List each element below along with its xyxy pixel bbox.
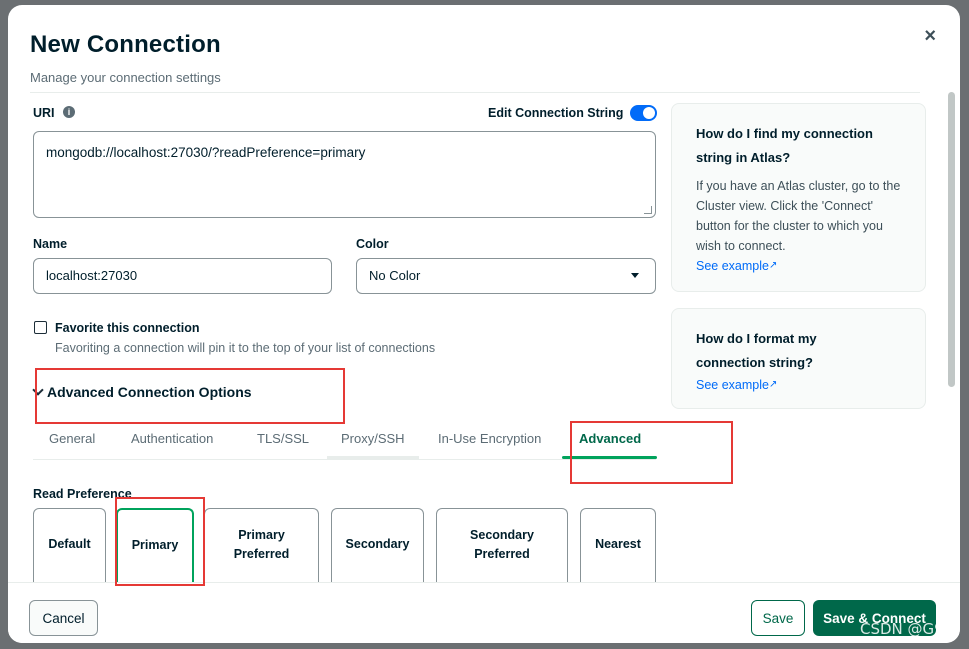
read-preference-primary-label: Primary bbox=[131, 537, 179, 552]
read-preference-primary-preferred-label: Primary Preferred bbox=[234, 526, 290, 564]
external-link-icon: ↗ bbox=[768, 379, 778, 390]
help-card-format: How do I format my connection string? See… bbox=[671, 308, 926, 409]
dialog-footer: Cancel Save Save & Connect bbox=[8, 582, 960, 643]
help-card-title: How do I find my connection string in Atl… bbox=[696, 122, 901, 170]
close-icon[interactable]: × bbox=[924, 25, 936, 48]
tab-tls-ssl[interactable]: TLS/SSL bbox=[257, 431, 309, 446]
advanced-options-label: Advanced Connection Options bbox=[47, 384, 252, 400]
help-card-title-line-2: string in Atlas? bbox=[696, 150, 791, 165]
uri-label: URI bbox=[33, 106, 55, 120]
see-example-link[interactable]: See example↗ bbox=[696, 375, 901, 395]
edit-connection-string-label: Edit Connection String bbox=[488, 106, 624, 120]
resize-handle-icon[interactable] bbox=[644, 206, 652, 214]
read-preference-secondary[interactable]: Secondary bbox=[331, 508, 424, 586]
read-preference-primary[interactable]: Primary bbox=[116, 508, 194, 586]
color-select-value: No Color bbox=[369, 268, 421, 283]
help-card-title-line-1: How do I find my connection bbox=[696, 126, 873, 141]
advanced-options-toggle[interactable]: Advanced Connection Options bbox=[32, 384, 252, 400]
new-connection-dialog: New Connection Manage your connection se… bbox=[8, 5, 960, 643]
info-icon[interactable]: i bbox=[63, 106, 75, 118]
help-card-title: How do I format my connection string? bbox=[696, 327, 901, 375]
color-label: Color bbox=[356, 237, 389, 251]
edit-connection-string-toggle[interactable] bbox=[630, 105, 657, 121]
read-preference-secondary-preferred-label: Secondary Preferred bbox=[470, 526, 534, 564]
save-button[interactable]: Save bbox=[751, 600, 805, 636]
read-preference-nearest[interactable]: Nearest bbox=[580, 508, 656, 586]
name-label: Name bbox=[33, 237, 68, 251]
read-preference-label: Read Preference bbox=[33, 487, 132, 501]
uri-textarea[interactable]: mongodb://localhost:27030/?readPreferenc… bbox=[33, 131, 656, 218]
tab-proxy-ssh[interactable]: Proxy/SSH bbox=[327, 431, 419, 459]
read-preference-primary-preferred[interactable]: Primary Preferred bbox=[204, 508, 319, 586]
color-select[interactable]: No Color bbox=[356, 258, 656, 294]
uri-value: mongodb://localhost:27030/?readPreferenc… bbox=[46, 145, 366, 160]
tab-advanced[interactable]: Advanced bbox=[561, 431, 658, 459]
option-line-1: Primary bbox=[238, 527, 285, 542]
read-preference-secondary-label: Secondary bbox=[345, 537, 410, 551]
cancel-button[interactable]: Cancel bbox=[29, 600, 98, 636]
favorite-description: Favoriting a connection will pin it to t… bbox=[55, 341, 436, 355]
see-example-link-label: See example bbox=[696, 259, 769, 273]
tab-in-use-encryption[interactable]: In-Use Encryption bbox=[438, 431, 541, 446]
help-card-title-line-2: connection string? bbox=[696, 355, 813, 370]
see-example-link[interactable]: See example↗ bbox=[696, 256, 901, 276]
watermark: CSDN @G9T bbox=[860, 620, 953, 638]
read-preference-nearest-label: Nearest bbox=[595, 537, 641, 551]
name-input[interactable]: localhost:27030 bbox=[33, 258, 332, 294]
external-link-icon: ↗ bbox=[768, 260, 778, 271]
help-card-body: If you have an Atlas cluster, go to the … bbox=[696, 179, 901, 253]
dialog-subtitle: Manage your connection settings bbox=[30, 70, 221, 85]
option-line-1: Secondary bbox=[470, 527, 534, 542]
help-card-title-line-1: How do I format my bbox=[696, 331, 817, 346]
advanced-tabs: General Authentication TLS/SSL Proxy/SSH… bbox=[33, 427, 658, 460]
caret-down-icon bbox=[631, 273, 639, 278]
option-line-2: Preferred bbox=[474, 546, 530, 561]
tab-authentication[interactable]: Authentication bbox=[131, 431, 213, 446]
see-example-link-label: See example bbox=[696, 378, 769, 392]
read-preference-default-label: Default bbox=[48, 537, 91, 551]
header-divider bbox=[30, 92, 920, 93]
chevron-down-icon bbox=[32, 384, 44, 396]
option-line-2: Preferred bbox=[233, 546, 290, 561]
scrollbar-thumb[interactable] bbox=[948, 92, 955, 387]
favorite-checkbox[interactable] bbox=[34, 321, 47, 334]
help-card-atlas: How do I find my connection string in Atl… bbox=[671, 103, 926, 292]
dialog-title: New Connection bbox=[30, 31, 221, 58]
favorite-label[interactable]: Favorite this connection bbox=[55, 321, 199, 335]
read-preference-secondary-preferred[interactable]: Secondary Preferred bbox=[436, 508, 568, 586]
read-preference-default[interactable]: Default bbox=[33, 508, 106, 586]
tab-general[interactable]: General bbox=[49, 431, 95, 446]
